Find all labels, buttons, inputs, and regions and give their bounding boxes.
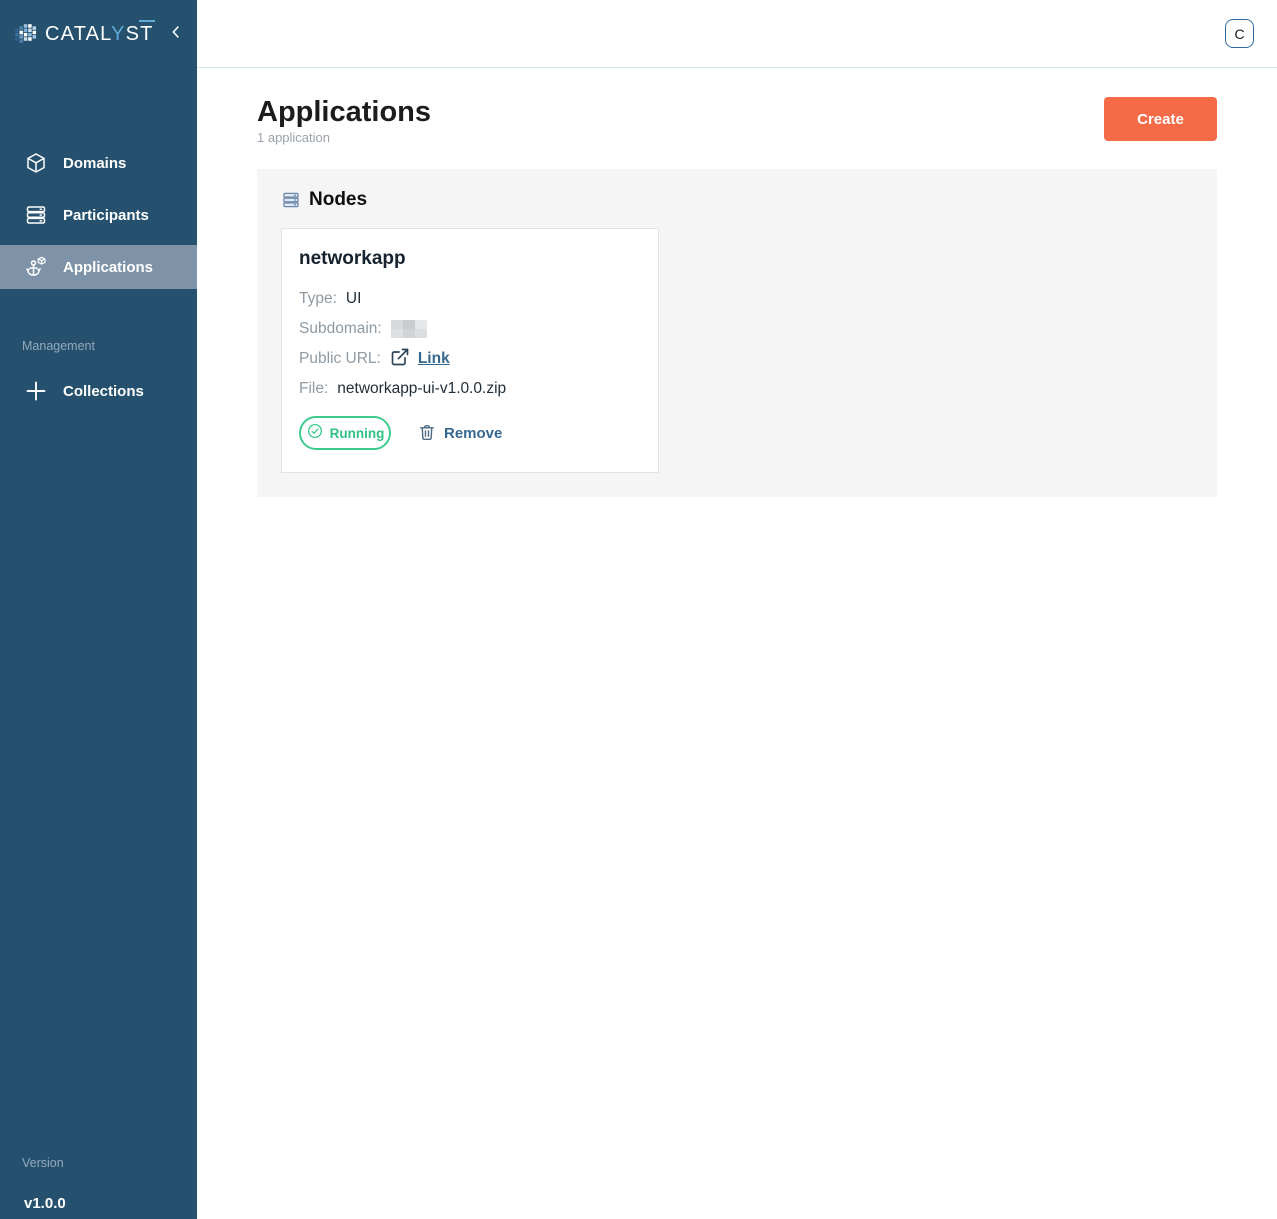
profile-button[interactable]: C xyxy=(1225,19,1254,48)
public-url-label: Public URL: xyxy=(299,350,381,368)
file-field-row: File: networkapp-ui-v1.0.0.zip xyxy=(299,374,641,404)
cube-icon xyxy=(24,151,48,175)
anchor-cube-icon xyxy=(24,255,48,279)
nodes-panel-header: Nodes xyxy=(281,189,1193,211)
type-field-row: Type: UI xyxy=(299,284,641,314)
remove-button[interactable]: Remove xyxy=(417,422,502,445)
create-button[interactable]: Create xyxy=(1104,97,1217,141)
sidebar-item-collections[interactable]: Collections xyxy=(0,369,197,413)
pixel-cube-logo-icon xyxy=(14,22,38,46)
page-title-block: Applications 1 application xyxy=(257,97,431,145)
external-link-icon[interactable] xyxy=(390,347,410,372)
public-url-link[interactable]: Link xyxy=(390,347,450,372)
check-circle-icon xyxy=(306,422,324,445)
management-section-label: Management xyxy=(22,339,95,353)
application-count: 1 application xyxy=(257,130,431,145)
servers-icon xyxy=(281,190,301,210)
version-value: v1.0.0 xyxy=(24,1195,66,1212)
page-title: Applications xyxy=(257,97,431,127)
nodes-panel: Nodes networkapp Type: UI Subdomain: xyxy=(257,169,1217,497)
sidebar-nav: Domains Participants xyxy=(0,141,197,297)
subdomain-field-row: Subdomain: xyxy=(299,314,641,344)
sidebar-item-applications[interactable]: Applications xyxy=(0,245,197,289)
management-nav: Collections xyxy=(0,369,197,421)
topbar: C xyxy=(197,0,1277,68)
sidebar-collapse-button[interactable] xyxy=(165,23,187,45)
file-value: networkapp-ui-v1.0.0.zip xyxy=(337,380,506,398)
sidebar-item-label: Domains xyxy=(63,155,126,172)
sidebar: CATALYST Domains xyxy=(0,0,197,1219)
trash-icon[interactable] xyxy=(417,422,437,445)
application-name: networkapp xyxy=(299,248,641,270)
chevron-left-icon xyxy=(167,23,185,46)
sidebar-item-participants[interactable]: Participants xyxy=(0,193,197,237)
sidebar-item-domains[interactable]: Domains xyxy=(0,141,197,185)
file-label: File: xyxy=(299,380,328,398)
subdomain-label: Subdomain: xyxy=(299,320,382,338)
content-area: C Applications 1 application Create xyxy=(197,0,1277,1219)
type-value: UI xyxy=(346,290,362,308)
application-card: networkapp Type: UI Subdomain: Public UR… xyxy=(281,228,659,473)
status-text: Running xyxy=(330,426,385,441)
link-label[interactable]: Link xyxy=(418,350,450,368)
plus-icon xyxy=(24,379,48,403)
logo: CATALYST xyxy=(14,22,187,46)
main-section: Applications 1 application Create N xyxy=(197,68,1277,497)
version-section-label: Version xyxy=(22,1156,64,1170)
type-label: Type: xyxy=(299,290,337,308)
nodes-section-title: Nodes xyxy=(309,189,367,211)
logo-wordmark: CATALYST xyxy=(45,23,154,46)
public-url-field-row: Public URL: Link xyxy=(299,344,641,374)
sidebar-item-label: Applications xyxy=(63,259,153,276)
sidebar-item-label: Collections xyxy=(63,383,144,400)
sidebar-item-label: Participants xyxy=(63,207,149,224)
status-badge: Running xyxy=(299,416,391,450)
remove-label[interactable]: Remove xyxy=(444,425,502,442)
subdomain-redacted-value xyxy=(391,320,427,338)
servers-icon xyxy=(24,203,48,227)
